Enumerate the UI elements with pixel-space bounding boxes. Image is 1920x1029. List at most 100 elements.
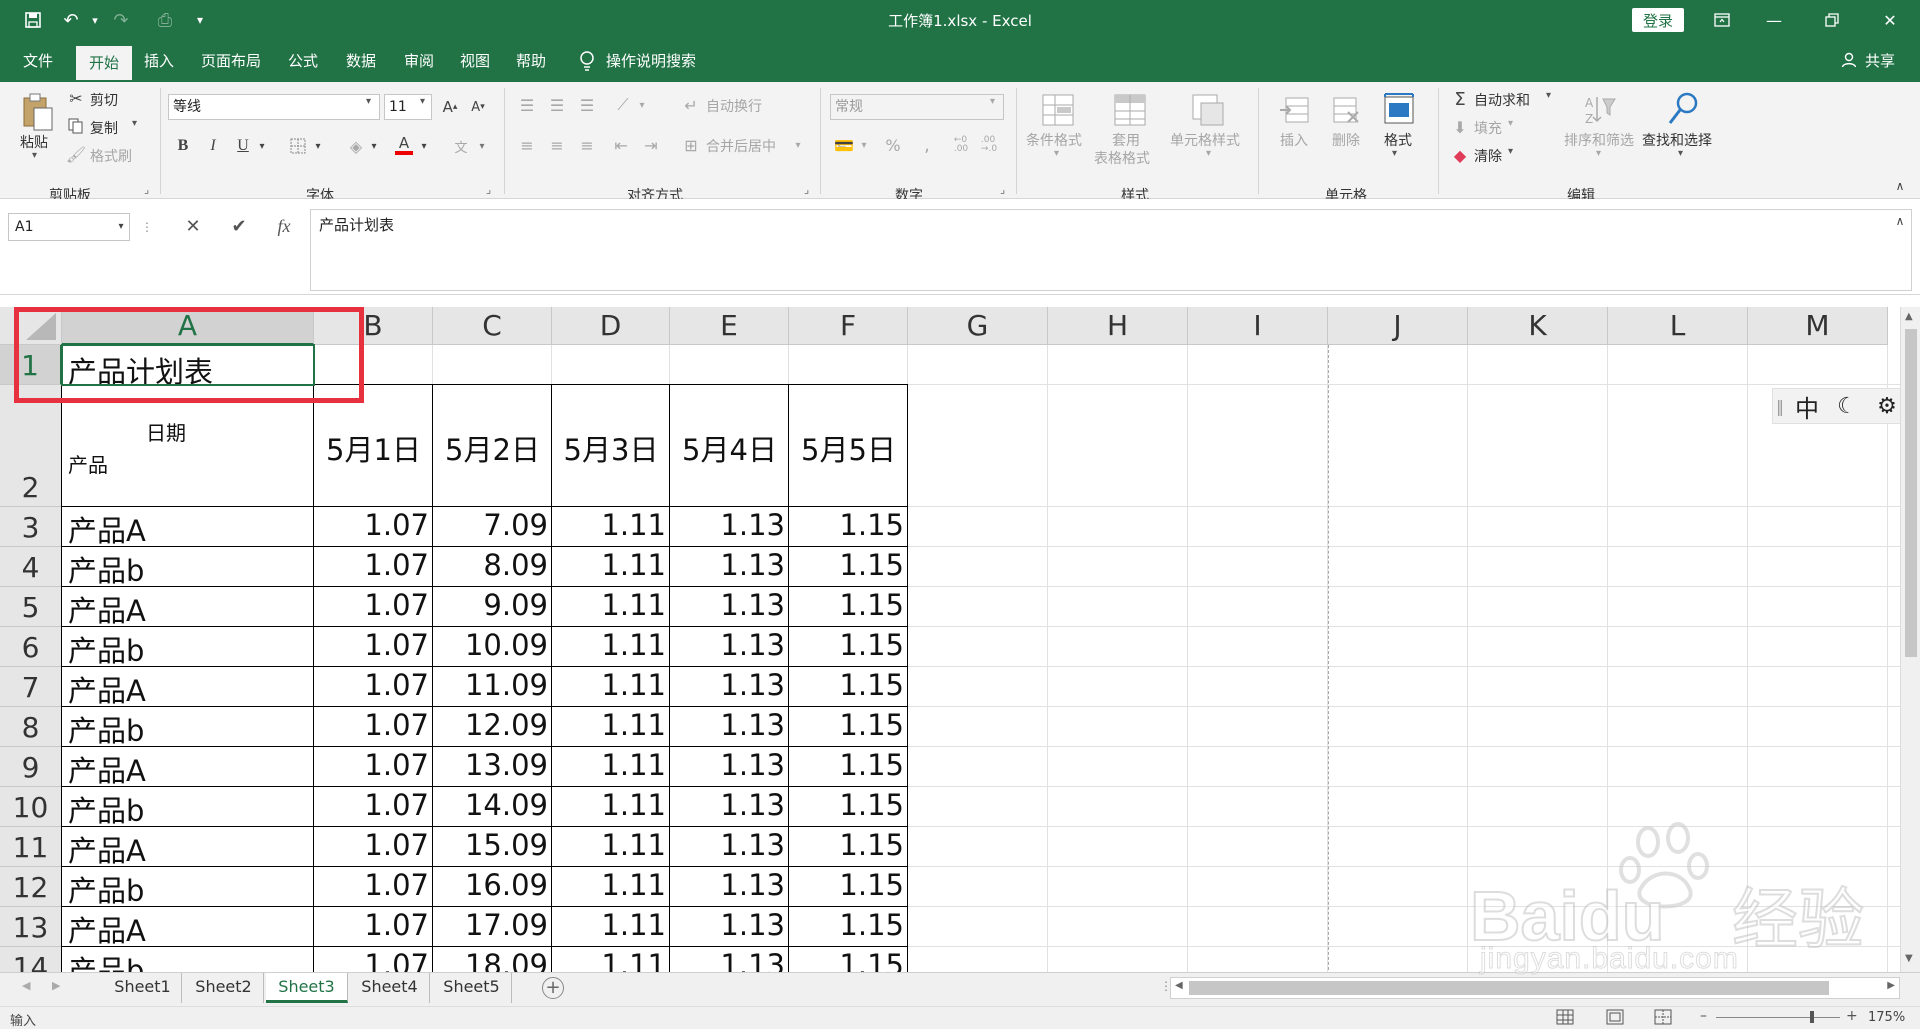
font-size-dropdown-icon[interactable]: ▾ bbox=[420, 96, 425, 107]
row-header-14[interactable]: 14 bbox=[0, 947, 62, 972]
sheet-tab-sheet5[interactable]: Sheet5 bbox=[432, 973, 512, 1003]
login-button[interactable]: 登录 bbox=[1632, 8, 1684, 32]
value-cell[interactable]: 1.13 bbox=[670, 948, 789, 972]
row-header-12[interactable]: 12 bbox=[0, 867, 62, 907]
increase-decimal-icon[interactable]: ←0.00 bbox=[948, 132, 974, 158]
value-cell[interactable]: 1.15 bbox=[789, 548, 908, 582]
value-cell[interactable]: 7.09 bbox=[433, 508, 552, 542]
value-cell[interactable]: 1.11 bbox=[552, 588, 670, 622]
value-cell[interactable]: 1.13 bbox=[670, 748, 789, 782]
tab-data[interactable]: 数据 bbox=[338, 40, 384, 82]
restore-icon[interactable] bbox=[1810, 4, 1854, 36]
value-cell[interactable]: 1.15 bbox=[789, 748, 908, 782]
autosum-button[interactable]: 自动求和 bbox=[1474, 90, 1530, 110]
normal-view-icon[interactable] bbox=[1556, 1009, 1576, 1027]
confirm-entry-icon[interactable]: ✔ bbox=[226, 213, 252, 239]
merge-dropdown-icon[interactable]: ▾ bbox=[792, 134, 804, 156]
value-cell[interactable]: 1.11 bbox=[552, 828, 670, 862]
sort-filter-icon[interactable]: AZ bbox=[1580, 90, 1620, 130]
underline-button[interactable]: U bbox=[232, 134, 254, 158]
scroll-up-icon[interactable]: ▲ bbox=[1905, 311, 1913, 322]
cut-button[interactable]: 剪切 bbox=[90, 90, 118, 110]
column-header-c[interactable]: C bbox=[433, 307, 552, 345]
paste-icon[interactable] bbox=[18, 90, 58, 134]
find-select-button[interactable]: 查找和选择 bbox=[1642, 130, 1712, 150]
value-cell[interactable]: 10.09 bbox=[433, 628, 552, 662]
ribbon-display-icon[interactable] bbox=[1700, 4, 1744, 36]
collapse-ribbon-icon[interactable]: ∧ bbox=[1890, 178, 1910, 194]
format-painter-button[interactable]: 格式刷 bbox=[90, 146, 132, 166]
select-all-button[interactable] bbox=[0, 307, 62, 345]
column-header-e[interactable]: E bbox=[670, 307, 789, 345]
value-cell[interactable]: 1.11 bbox=[552, 628, 670, 662]
page-layout-view-icon[interactable] bbox=[1606, 1009, 1626, 1027]
value-cell[interactable]: 1.07 bbox=[314, 628, 433, 662]
font-color-dropdown-icon[interactable]: ▾ bbox=[418, 134, 430, 158]
cell-styles-icon[interactable] bbox=[1188, 90, 1228, 130]
format-painter-icon[interactable]: 🖌 bbox=[66, 144, 86, 164]
wrap-text-icon[interactable]: ↵ bbox=[680, 94, 702, 116]
value-cell[interactable]: 1.13 bbox=[670, 908, 789, 942]
row-header-6[interactable]: 6 bbox=[0, 627, 62, 667]
value-cell[interactable]: 1.13 bbox=[670, 668, 789, 702]
date-header[interactable]: 5月3日 bbox=[552, 427, 670, 469]
cell-styles-dropdown-icon[interactable]: ▾ bbox=[1206, 148, 1211, 159]
product-cell[interactable]: 产品A bbox=[68, 508, 146, 550]
value-cell[interactable]: 1.07 bbox=[314, 908, 433, 942]
sort-filter-button[interactable]: 排序和筛选 bbox=[1564, 130, 1634, 150]
row-header-2[interactable]: 2 bbox=[0, 385, 62, 507]
decrease-decimal-icon[interactable]: .00 →.0 bbox=[976, 132, 1002, 158]
product-cell[interactable]: 产品b bbox=[68, 628, 144, 670]
value-cell[interactable]: 1.13 bbox=[670, 828, 789, 862]
value-cell[interactable]: 1.07 bbox=[314, 708, 433, 742]
zoom-level[interactable]: 175% bbox=[1868, 1010, 1905, 1025]
share-button[interactable]: 共享 bbox=[1862, 40, 1898, 82]
print-preview-icon[interactable]: ⎙ bbox=[150, 8, 180, 32]
value-cell[interactable]: 8.09 bbox=[433, 548, 552, 582]
copy-dropdown-icon[interactable]: ▾ bbox=[132, 118, 137, 129]
formula-input[interactable]: 产品计划表 bbox=[310, 209, 1912, 291]
paste-button[interactable]: 粘贴 bbox=[20, 132, 48, 152]
column-header-l[interactable]: L bbox=[1608, 307, 1748, 345]
cell-styles-button[interactable]: 单元格样式 bbox=[1170, 130, 1240, 150]
tab-page-layout[interactable]: 页面布局 bbox=[196, 40, 266, 82]
value-cell[interactable]: 1.11 bbox=[552, 748, 670, 782]
merge-center-icon[interactable]: ⊞ bbox=[680, 134, 702, 156]
clear-dropdown-icon[interactable]: ▾ bbox=[1508, 146, 1513, 157]
currency-dropdown-icon[interactable]: ▾ bbox=[858, 134, 870, 156]
date-header[interactable]: 5月4日 bbox=[670, 427, 789, 469]
align-left-icon[interactable]: ≡ bbox=[516, 134, 538, 156]
row-header-1[interactable]: 1 bbox=[0, 345, 62, 385]
column-header-a[interactable]: A bbox=[62, 307, 314, 345]
find-select-icon[interactable] bbox=[1664, 88, 1704, 130]
increase-font-icon[interactable]: A ▴ bbox=[438, 94, 462, 120]
fill-icon[interactable]: ⬇ bbox=[1450, 116, 1470, 138]
bold-button[interactable]: B bbox=[172, 134, 194, 158]
sheet-tab-sheet1[interactable]: Sheet1 bbox=[104, 973, 182, 1003]
date-header[interactable]: 5月5日 bbox=[789, 427, 908, 469]
fill-color-icon[interactable]: ◈ bbox=[344, 134, 368, 158]
value-cell[interactable]: 1.11 bbox=[552, 788, 670, 822]
value-cell[interactable]: 1.13 bbox=[670, 588, 789, 622]
paste-dropdown-icon[interactable]: ▾ bbox=[32, 150, 37, 161]
conditional-format-icon[interactable] bbox=[1038, 90, 1078, 130]
product-cell[interactable]: 产品A bbox=[68, 748, 146, 790]
conditional-format-dropdown-icon[interactable]: ▾ bbox=[1054, 148, 1059, 159]
add-sheet-button[interactable]: + bbox=[542, 977, 564, 999]
name-box-dropdown-icon[interactable]: ▾ bbox=[114, 215, 128, 237]
product-cell[interactable]: 产品A bbox=[68, 908, 146, 950]
value-cell[interactable]: 1.07 bbox=[314, 868, 433, 902]
fill-button[interactable]: 填充 bbox=[1474, 118, 1502, 138]
column-header-i[interactable]: I bbox=[1188, 307, 1328, 345]
delete-cells-button[interactable]: 删除 bbox=[1332, 130, 1360, 150]
vertical-scrollbar[interactable]: ▲ ▼ bbox=[1900, 307, 1920, 972]
autosum-dropdown-icon[interactable]: ▾ bbox=[1546, 90, 1551, 101]
zoom-slider-thumb[interactable] bbox=[1810, 1011, 1814, 1023]
format-cells-button[interactable]: 格式 bbox=[1384, 130, 1412, 150]
product-cell[interactable]: 产品A bbox=[68, 588, 146, 630]
moon-icon[interactable]: ☾ bbox=[1827, 394, 1867, 419]
value-cell[interactable]: 9.09 bbox=[433, 588, 552, 622]
scroll-down-icon[interactable]: ▼ bbox=[1905, 953, 1913, 964]
currency-icon[interactable]: 💳 bbox=[832, 134, 856, 156]
sheet-tab-sheet3[interactable]: Sheet3 bbox=[266, 973, 348, 1003]
